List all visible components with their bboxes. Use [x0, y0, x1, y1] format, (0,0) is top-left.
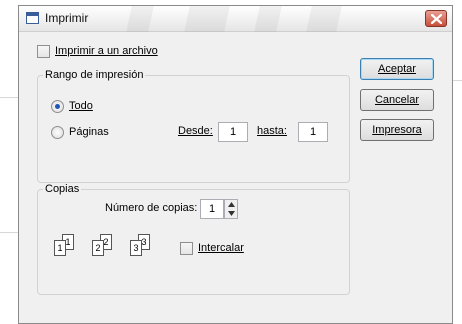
copies-count-input[interactable]: 1 [200, 199, 224, 219]
print-to-file-checkbox[interactable] [37, 45, 50, 58]
from-input[interactable]: 1 [218, 122, 248, 142]
title-bar-decoration [126, 6, 154, 32]
copies-spinner[interactable] [224, 199, 238, 219]
spin-down-button[interactable] [225, 209, 237, 218]
print-dialog: Imprimir Imprimir a un archivo Rango de … [18, 5, 453, 324]
all-pages-text: Todo [69, 100, 93, 112]
spin-up-button[interactable] [225, 200, 237, 209]
title-bar-decoration [254, 6, 282, 32]
all-pages-radio[interactable] [51, 100, 64, 113]
copies-count-text: Número de copias: [105, 202, 198, 214]
arrow-down-icon [228, 211, 235, 216]
background-divider [0, 97, 18, 98]
accept-button[interactable]: Aceptar [360, 58, 434, 80]
print-range-group: Rango de impresión Todo Páginas Desde: 1… [37, 69, 350, 183]
close-icon [431, 14, 442, 24]
collate-illustration: 1 1 2 2 3 3 [54, 234, 164, 264]
collate-page-3-front: 3 [130, 240, 142, 256]
printer-button-label: Impresora [372, 124, 422, 136]
cancel-button-label: Cancelar [374, 94, 420, 106]
close-button[interactable] [425, 10, 447, 27]
arrow-up-icon [228, 202, 235, 207]
copies-count-label: Número de copias: [105, 202, 197, 214]
window-icon [26, 12, 39, 24]
cancel-button[interactable]: Cancelar [360, 89, 434, 111]
print-to-file-label[interactable]: Imprimir a un archivo [55, 45, 158, 57]
to-input[interactable]: 1 [298, 122, 328, 142]
background-divider [0, 232, 18, 233]
copies-title: Copias [43, 183, 82, 195]
title-bar[interactable]: Imprimir [19, 6, 452, 32]
window-title: Imprimir [45, 11, 89, 25]
collate-page-2-front: 2 [92, 240, 104, 256]
background-divider [453, 80, 462, 81]
from-label: Desde: [178, 125, 213, 137]
to-label: hasta: [257, 125, 287, 137]
pages-label[interactable]: Páginas [69, 126, 109, 138]
collate-page-1-front: 1 [54, 240, 66, 256]
pages-radio[interactable] [51, 126, 64, 139]
printer-button[interactable]: Impresora [360, 119, 434, 141]
copies-group: Copias Número de copias: 1 1 1 2 2 3 3 I… [37, 183, 350, 295]
title-bar-decoration [184, 6, 230, 32]
title-bar-decoration [306, 6, 342, 32]
all-pages-label[interactable]: Todo [69, 100, 93, 112]
collate-checkbox[interactable] [180, 242, 193, 255]
collate-label[interactable]: Intercalar [198, 242, 244, 254]
accept-button-label: Aceptar [378, 63, 416, 75]
print-range-title: Rango de impresión [43, 69, 146, 81]
